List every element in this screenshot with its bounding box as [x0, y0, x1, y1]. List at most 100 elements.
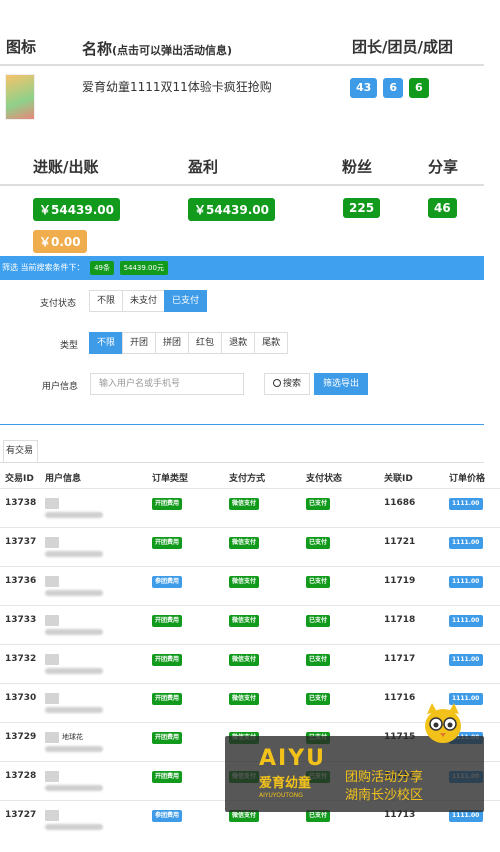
row-id: 13730 — [5, 693, 37, 703]
order-price-badge: 1111.00 — [449, 615, 483, 627]
table-row[interactable]: 13733 开团费用 微信支付 已支付 11718 1111.00 — [0, 605, 500, 644]
user-avatar — [45, 576, 59, 587]
user-info-blurred — [45, 785, 103, 791]
order-type-badge: 开团费用 — [152, 771, 183, 783]
mascot-icon — [418, 700, 468, 750]
watermark-brand-cn: 爱育幼童 — [259, 776, 312, 791]
related-id: 11719 — [384, 576, 416, 586]
pay-method-badge: 微信支付 — [229, 615, 260, 627]
order-price-badge: 1111.00 — [449, 654, 483, 666]
row-id: 13736 — [5, 576, 37, 586]
col-income-header: 进账/出账 — [33, 158, 99, 176]
th-status: 支付状态 — [306, 474, 343, 484]
income-value: ￥54439.00 — [33, 198, 121, 221]
pay-method-badge: 微信支付 — [229, 693, 260, 705]
pay-status-paid[interactable]: 已支付 — [164, 290, 208, 312]
table-row[interactable]: 13738 开团费用 微信支付 已支付 11686 1111.00 — [0, 488, 500, 527]
order-price-badge: 1111.00 — [449, 498, 483, 510]
user-avatar — [45, 810, 59, 821]
col-name-label: 名称 — [82, 40, 113, 58]
col-share-header: 分享 — [428, 158, 459, 176]
th-rel: 关联ID — [384, 474, 413, 484]
table-row[interactable]: 13737 开团费用 微信支付 已支付 11721 1111.00 — [0, 527, 500, 566]
result-amount-pill: 54439.00元 — [119, 261, 168, 275]
table-row[interactable]: 13736 参团费用 微信支付 已支付 11719 1111.00 — [0, 566, 500, 605]
activity-name-link[interactable]: 爱育幼童1111双11体验卡疯狂抢购 — [82, 78, 272, 95]
user-name: 地球花 — [62, 733, 83, 741]
header-divider — [0, 64, 484, 66]
col-name-hint: (点击可以弹出活动信息) — [112, 44, 233, 57]
user-info-blurred — [45, 551, 103, 557]
user-search-input[interactable]: 输入用户名或手机号 — [90, 373, 244, 395]
th-price: 订单价格 — [449, 474, 486, 484]
groups-badge: 6 — [408, 78, 429, 98]
user-avatar — [45, 693, 59, 704]
order-price-badge: 1111.00 — [449, 576, 483, 588]
type-join-group[interactable]: 拼团 — [155, 332, 190, 354]
related-id: 11718 — [384, 615, 416, 625]
search-icon — [273, 379, 281, 387]
user-avatar — [45, 654, 59, 665]
activity-thumbnail[interactable] — [5, 74, 35, 120]
th-method: 支付方式 — [229, 474, 266, 484]
col-name-header: 名称(点击可以弹出活动信息) — [82, 38, 232, 59]
order-type-badge: 开团费用 — [152, 732, 183, 744]
activity-stats: 43 6 6 — [350, 78, 429, 98]
pay-status-segmented: 不限 未支付 已支付 — [89, 290, 208, 312]
row-id: 13728 — [5, 771, 37, 781]
user-info-blurred — [45, 590, 103, 596]
user-info-blurred — [45, 746, 103, 752]
watermark-brand: AIYU — [259, 746, 327, 771]
pay-status-badge: 已支付 — [306, 654, 331, 666]
order-type-badge: 开团费用 — [152, 615, 183, 627]
tab-transactions[interactable]: 有交易 — [3, 440, 39, 462]
th-id: 交易ID — [5, 474, 34, 484]
pay-status-any[interactable]: 不限 — [89, 290, 124, 312]
order-type-badge: 参团费用 — [152, 576, 183, 588]
related-id: 11716 — [384, 693, 416, 703]
type-segmented: 不限 开团 拼团 红包 退款 尾款 — [89, 332, 289, 354]
type-red-packet[interactable]: 红包 — [188, 332, 223, 354]
user-info-blurred — [45, 668, 103, 674]
user-avatar — [45, 615, 59, 626]
profit-value: ￥54439.00 — [188, 198, 276, 221]
summary-divider — [0, 184, 484, 186]
watermark-brand-sub: AIYUYOUTONG — [259, 792, 303, 799]
table-row[interactable]: 13732 开团费用 微信支付 已支付 11717 1111.00 — [0, 644, 500, 683]
row-id: 13737 — [5, 537, 37, 547]
search-button-label: 搜索 — [283, 379, 302, 389]
pay-status-unpaid[interactable]: 未支付 — [122, 290, 166, 312]
filter-summary-bar: 筛选 当前搜索条件下： 49条 54439.00元 — [0, 256, 484, 280]
user-info-blurred — [45, 824, 103, 830]
share-value: 46 — [428, 198, 457, 218]
row-id: 13738 — [5, 498, 37, 508]
pay-status-badge: 已支付 — [306, 537, 331, 549]
order-type-badge: 开团费用 — [152, 693, 183, 705]
pay-status-badge: 已支付 — [306, 498, 331, 510]
th-user: 用户信息 — [45, 474, 82, 484]
related-id: 11686 — [384, 498, 416, 508]
col-stats-header: 团长/团员/成团 — [352, 38, 453, 56]
user-info-blurred — [45, 629, 103, 635]
order-price-badge: 1111.00 — [449, 537, 483, 549]
user-info-blurred — [45, 512, 103, 518]
pay-status-badge: 已支付 — [306, 576, 331, 588]
pay-method-badge: 微信支付 — [229, 498, 260, 510]
row-id: 13727 — [5, 810, 37, 820]
search-button[interactable]: 搜索 — [264, 373, 311, 395]
type-refund[interactable]: 退款 — [221, 332, 256, 354]
export-button[interactable]: 筛选导出 — [314, 373, 369, 395]
col-profit-header: 盈利 — [188, 158, 219, 176]
type-any[interactable]: 不限 — [89, 332, 124, 354]
type-open-group[interactable]: 开团 — [122, 332, 157, 354]
col-icon-header: 图标 — [6, 38, 37, 56]
user-avatar — [45, 537, 59, 548]
pay-status-badge: 已支付 — [306, 615, 331, 627]
th-type: 订单类型 — [152, 474, 189, 484]
watermark-line1: 团购活动分享 — [345, 770, 424, 785]
pay-method-badge: 微信支付 — [229, 576, 260, 588]
type-balance[interactable]: 尾款 — [254, 332, 289, 354]
col-fans-header: 粉丝 — [342, 158, 373, 176]
user-avatar — [45, 732, 59, 743]
user-info-blurred — [45, 707, 103, 713]
